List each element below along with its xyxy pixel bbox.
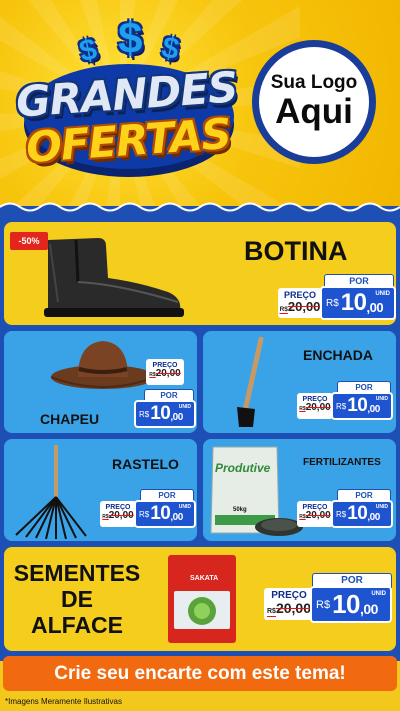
- seed-packet-image: [168, 555, 236, 643]
- old-price: R$20,00: [267, 600, 311, 616]
- hoe-image: [237, 337, 264, 427]
- rake-image: [15, 445, 87, 539]
- header-banner: $ $ $ GRANDES OFERTAS Sua Logo Aqui: [0, 0, 400, 212]
- bag-brand: Produtive: [215, 461, 271, 475]
- old-price-box: PREÇO R$20,00: [264, 588, 314, 620]
- new-price-box: R$ 10 ,00 UNID: [331, 500, 393, 528]
- price-tag: POR PREÇO R$20,00 R$ 10 ,00 UNID: [264, 573, 392, 625]
- fertilizer-bag-image: [210, 446, 303, 536]
- dollar-sign-icon: $: [158, 30, 183, 67]
- price-tag: POR PREÇO R$20,00 R$ 10 ,00 UNID: [278, 274, 396, 322]
- old-price: R$20,00: [149, 368, 181, 379]
- old-price: R$20,00: [279, 299, 321, 314]
- product-card-fertilizantes[interactable]: Produtive 50kg FERTILIZANTES POR PREÇO R…: [203, 439, 396, 541]
- price-tag: POR PREÇO R$20,00 R$ 10 ,00 UNID: [100, 489, 196, 537]
- wave-divider: [0, 202, 400, 214]
- product-card-rastelo[interactable]: RASTELO POR PREÇO R$20,00 R$ 10 ,00 UNID: [4, 439, 197, 541]
- dollar-sign-icon: $: [118, 14, 143, 63]
- packet-brand: SAKATA: [190, 575, 219, 582]
- old-price: R$20,00: [299, 510, 331, 521]
- product-card-enchada[interactable]: ENCHADA POR PREÇO R$20,00 R$ 10 ,00 UNID: [203, 331, 396, 433]
- product-name: BOTINA: [244, 236, 348, 266]
- old-price-box: PREÇO R$20,00: [278, 288, 322, 318]
- new-price-box: R$ 10 ,00 UNID: [134, 500, 196, 528]
- title-graphic: $ $ $ GRANDES OFERTAS: [10, 6, 245, 196]
- old-price-box: PREÇO R$20,00: [297, 393, 333, 419]
- logo-placeholder[interactable]: Sua Logo Aqui: [252, 40, 376, 164]
- product-name: SEMENTES DE ALFACE: [13, 560, 141, 638]
- logo-text-line2: Aqui: [275, 92, 353, 132]
- unid-label: UNID: [375, 291, 390, 297]
- product-card-sementes[interactable]: SEMENTES DE ALFACE SAKATA POR PREÇO R$20…: [4, 547, 396, 651]
- product-name: ENCHADA: [303, 347, 373, 363]
- product-name: RASTELO: [112, 456, 179, 472]
- product-card-botina[interactable]: -50% BOTINA POR PREÇO R$20,00 R$ 10 ,00 …: [4, 222, 396, 325]
- logo-text-line1: Sua Logo: [270, 72, 358, 94]
- new-price-box: R$ 10 ,00 UNID: [310, 586, 392, 623]
- boot-image: [44, 238, 184, 317]
- price-tag: POR PREÇO R$20,00 R$ 10 ,00 UNID: [297, 489, 393, 537]
- old-price-box: PREÇO R$20,00: [100, 501, 136, 527]
- new-price-box: R$ 10 ,00 UNID: [320, 286, 396, 320]
- old-price-box: PREÇO R$20,00: [146, 359, 184, 385]
- price-tag: PREÇO R$20,00 POR R$ 10 ,00 UNID: [126, 359, 196, 431]
- disclaimer-note: *Imagens Meramente Ilustrativas: [5, 697, 122, 706]
- old-price: R$20,00: [299, 402, 331, 413]
- new-price-box: R$ 10 ,00 UNID: [134, 400, 196, 428]
- old-price: R$20,00: [102, 510, 134, 521]
- currency: R$: [326, 297, 339, 309]
- new-price-box: R$ 10 ,00 UNID: [331, 392, 393, 420]
- old-price-box: PREÇO R$20,00: [297, 501, 333, 527]
- bag-weight: 50kg: [233, 507, 247, 513]
- dollar-sign-icon: $: [76, 32, 100, 69]
- product-name: FERTILIZANTES: [303, 457, 381, 468]
- price-tag: POR PREÇO R$20,00 R$ 10 ,00 UNID: [297, 381, 393, 429]
- product-name: CHAPEU: [40, 411, 100, 427]
- new-price-int: 10: [340, 289, 367, 316]
- product-card-chapeu[interactable]: CHAPEU PREÇO R$20,00 POR R$ 10 ,00 UNID: [4, 331, 197, 433]
- cta-banner[interactable]: Crie seu encarte com este tema!: [3, 656, 397, 691]
- new-price-dec: ,00: [366, 299, 384, 315]
